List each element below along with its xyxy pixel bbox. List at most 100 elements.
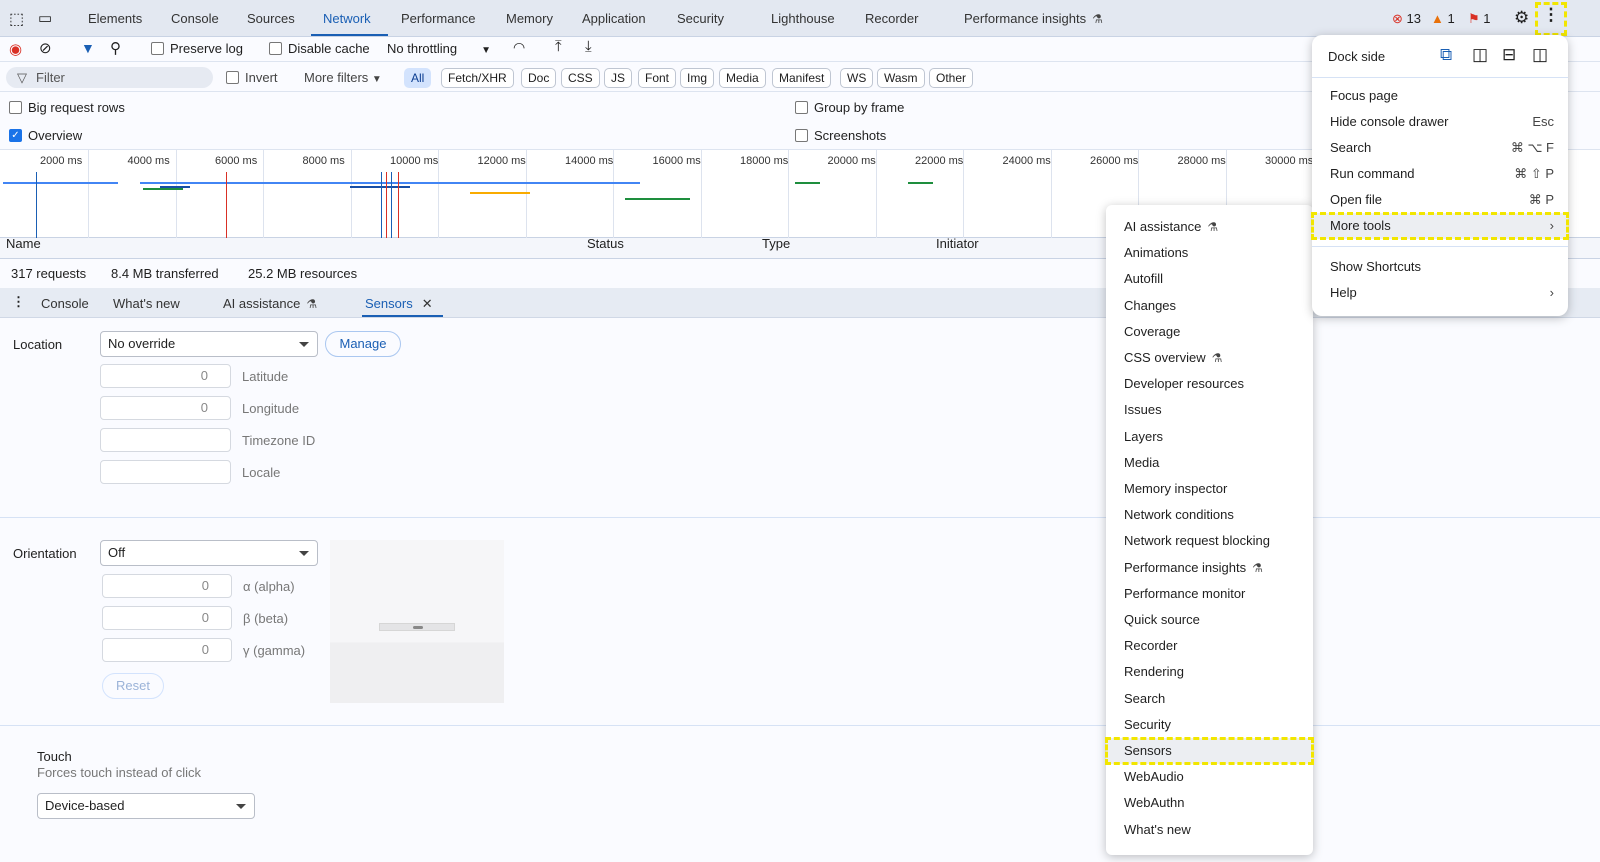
location-select[interactable]: No override [100,331,318,357]
tab-application[interactable]: Application [582,11,646,26]
locale-input[interactable] [100,460,231,484]
screenshots-checkbox[interactable] [795,129,808,142]
more-tools-item-recorder[interactable]: Recorder [1106,633,1313,659]
more-tools-item-search[interactable]: Search [1106,686,1313,712]
clear-icon[interactable]: ⊘ [39,39,52,57]
menu-item-help[interactable]: Help › [1312,280,1568,306]
more-tools-item-memory-inspector[interactable]: Memory inspector [1106,476,1313,502]
filter-chip-other[interactable]: Other [929,68,974,88]
more-tools-item-webaudio[interactable]: WebAudio [1106,764,1313,790]
column-type[interactable]: Type [762,236,790,251]
more-tools-item-performance-insights[interactable]: Performance insights ⚗ [1106,555,1313,581]
error-counter[interactable]: ⊗ 13 [1392,11,1421,27]
menu-item-show-shortcuts[interactable]: Show Shortcuts [1312,254,1568,280]
more-tools-item-rendering[interactable]: Rendering [1106,659,1313,685]
filter-chip-fetchxhr[interactable]: Fetch/XHR [441,68,514,88]
more-tools-item-autofill[interactable]: Autofill [1106,266,1313,292]
filter-funnel-icon[interactable]: ▼ [81,40,95,56]
filter-chip-img[interactable]: Img [680,68,715,88]
orientation-device-preview[interactable] [330,540,504,703]
latitude-input[interactable]: 0 [100,364,231,388]
inspect-element-icon[interactable]: ⬚ [9,9,24,29]
filter-chip-wasm[interactable]: Wasm [877,68,925,88]
overview-checkbox[interactable]: ✓ [9,129,22,142]
filter-chip-media[interactable]: Media [719,68,766,88]
column-status[interactable]: Status [587,236,624,251]
more-tools-item-webauthn[interactable]: WebAuthn [1106,790,1313,816]
network-conditions-wifi-icon[interactable]: ◠ [513,39,525,56]
tab-elements[interactable]: Elements [88,11,142,26]
more-tools-item-issues[interactable]: Issues [1106,397,1313,423]
menu-item-open-file[interactable]: Open file ⌘ P [1312,187,1568,213]
timezone-input[interactable] [100,428,231,452]
filter-chip-css[interactable]: CSS [561,68,600,88]
disable-cache-checkbox[interactable] [269,42,282,55]
alpha-input[interactable]: 0 [102,574,232,598]
more-tools-item-what-s-new[interactable]: What's new [1106,817,1313,843]
manage-button[interactable]: Manage [325,331,401,357]
import-upload-icon[interactable]: ⤒ [555,38,562,55]
drawer-menu-kebab-icon[interactable]: ⋮ [12,294,25,310]
filter-input[interactable]: ▽ Filter [6,67,213,88]
big-request-rows-checkbox[interactable] [9,101,22,114]
filter-chip-ws[interactable]: WS [840,68,874,88]
column-name[interactable]: Name [6,236,41,251]
more-tools-item-animations[interactable]: Animations [1106,240,1313,266]
dock-left-icon[interactable]: ◫ [1472,45,1488,65]
gamma-input[interactable]: 0 [102,638,232,662]
column-initiator[interactable]: Initiator [936,236,979,251]
more-filters-dropdown[interactable]: More filters ▼ [304,70,382,85]
search-icon[interactable]: ⚲ [110,39,121,57]
more-tools-item-network-request-blocking[interactable]: Network request blocking [1106,528,1313,554]
menu-item-search[interactable]: Search ⌘ ⌥ F [1312,135,1568,161]
drawer-tab-console[interactable]: Console [41,296,89,311]
close-icon[interactable]: ✕ [422,296,433,311]
tab-performance[interactable]: Performance [401,11,475,26]
issues-counter[interactable]: ⚑ 1 [1468,11,1491,27]
tab-memory[interactable]: Memory [506,11,553,26]
drawer-tab-whats-new[interactable]: What's new [113,296,180,311]
tab-sources[interactable]: Sources [247,11,295,26]
more-tools-item-network-conditions[interactable]: Network conditions [1106,502,1313,528]
export-download-icon[interactable]: ⤓ [585,38,592,55]
drawer-tab-sensors[interactable]: Sensors ✕ [365,296,433,312]
dock-undock-icon[interactable]: ⧉ [1440,45,1452,65]
group-by-frame-checkbox[interactable] [795,101,808,114]
more-tools-item-developer-resources[interactable]: Developer resources [1106,371,1313,397]
dock-right-icon[interactable]: ◫ [1532,45,1548,65]
filter-chip-all[interactable]: All [404,68,432,88]
preserve-log-checkbox[interactable] [151,42,164,55]
throttling-select[interactable]: No throttling ▼ [387,41,491,56]
more-tools-item-ai-assistance[interactable]: AI assistance ⚗ [1106,214,1313,240]
drawer-tab-ai-assistance[interactable]: AI assistance ⚗ [223,296,317,311]
tab-security[interactable]: Security [677,11,724,26]
settings-gear-icon[interactable]: ⚙ [1514,8,1529,28]
tab-network[interactable]: Network [323,11,371,26]
more-tools-item-security[interactable]: Security [1106,712,1313,738]
filter-chip-manifest[interactable]: Manifest [772,68,832,88]
device-toolbar-icon[interactable]: ▭ [38,9,52,27]
beta-input[interactable]: 0 [102,606,232,630]
filter-chip-font[interactable]: Font [638,68,677,88]
tab-console[interactable]: Console [171,11,219,26]
menu-item-focus-page[interactable]: Focus page [1312,83,1568,109]
orientation-select[interactable]: Off [100,540,318,566]
tab-recorder[interactable]: Recorder [865,11,918,26]
longitude-input[interactable]: 0 [100,396,231,420]
invert-checkbox[interactable] [226,71,239,84]
menu-item-hide-console-drawer[interactable]: Hide console drawer Esc [1312,109,1568,135]
filter-chip-doc[interactable]: Doc [521,68,557,88]
touch-select[interactable]: Device-based [37,793,255,819]
more-tools-item-media[interactable]: Media [1106,450,1313,476]
reset-button[interactable]: Reset [102,673,164,699]
tab-performance-insights[interactable]: Performance insights ⚗ [964,11,1103,26]
customize-menu-kebab-icon[interactable]: ⋮ [1535,2,1567,36]
menu-item-run-command[interactable]: Run command ⌘ ⇧ P [1312,161,1568,187]
more-tools-item-performance-monitor[interactable]: Performance monitor [1106,581,1313,607]
record-stop-icon[interactable]: ◉ [9,40,22,58]
menu-item-more-tools[interactable]: More tools › [1311,212,1569,240]
tab-lighthouse[interactable]: Lighthouse [771,11,835,26]
more-tools-item-changes[interactable]: Changes [1106,293,1313,319]
more-tools-item-css-overview[interactable]: CSS overview ⚗ [1106,345,1313,371]
warning-counter[interactable]: ▲ 1 [1431,11,1455,26]
